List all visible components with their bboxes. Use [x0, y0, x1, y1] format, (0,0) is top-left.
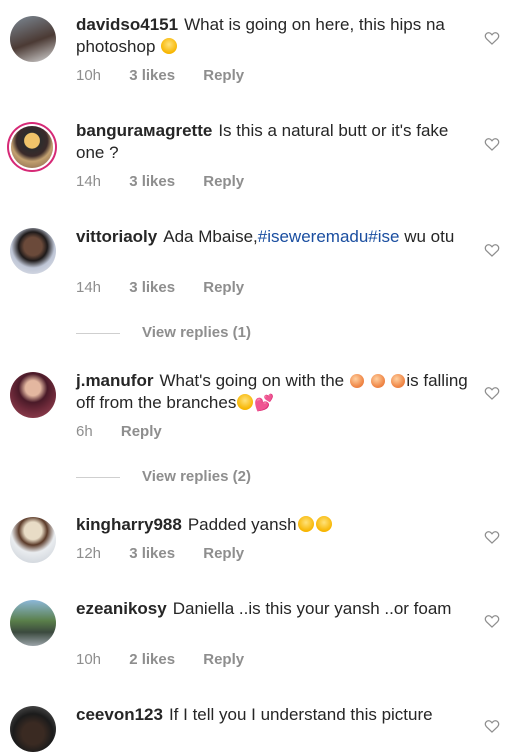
- laugh-emoji-icon: [297, 516, 314, 532]
- reply-button[interactable]: Reply: [203, 173, 244, 190]
- comment-time: 14h: [76, 279, 102, 296]
- comment-meta: 12h 3 likes Reply: [76, 545, 268, 562]
- comment-time: 10h: [76, 67, 102, 84]
- like-heart-icon[interactable]: [484, 719, 500, 733]
- view-replies-label: View replies (2): [142, 468, 251, 485]
- hearts-emoji-icon: 💕: [254, 395, 275, 412]
- comment-text: If I tell you I understand this picture: [168, 705, 433, 724]
- view-replies-label: View replies (1): [142, 324, 251, 341]
- comment-username[interactable]: davidso4151: [76, 15, 178, 34]
- comment-meta: 14h 3 likes Reply: [76, 173, 268, 190]
- comment-time: 14h: [76, 173, 102, 190]
- likes-count[interactable]: 2 likes: [129, 651, 175, 668]
- reply-button[interactable]: Reply: [203, 67, 244, 84]
- likes-count[interactable]: 3 likes: [129, 279, 175, 296]
- comment-username[interactable]: kingharry988: [76, 515, 182, 534]
- reply-button[interactable]: Reply: [203, 651, 244, 668]
- comment-text: Daniella ..is this your yansh ..or foam: [172, 599, 452, 618]
- comment-meta: 14h 3 likes Reply: [76, 279, 268, 296]
- comment-body: ceevon123 If I tell you I understand this…: [76, 704, 474, 726]
- reply-button[interactable]: Reply: [121, 423, 162, 440]
- comment-username[interactable]: bangurамagrette: [76, 121, 212, 140]
- comment-body: vittoriaoly Ada Mbaise,#iseweremadu#ise w…: [76, 226, 474, 248]
- like-heart-icon[interactable]: [484, 614, 500, 628]
- comment-body: j.manufor What's going on with the is fal…: [76, 370, 474, 415]
- like-heart-icon[interactable]: [484, 386, 500, 400]
- likes-count[interactable]: 3 likes: [129, 67, 175, 84]
- comment-meta: 10h 2 likes Reply: [76, 651, 268, 668]
- like-heart-icon[interactable]: [484, 31, 500, 45]
- avatar[interactable]: [11, 126, 53, 168]
- likes-count[interactable]: 3 likes: [129, 173, 175, 190]
- avatar[interactable]: [10, 517, 56, 563]
- like-heart-icon[interactable]: [484, 137, 500, 151]
- peach-emoji-icon: [391, 374, 406, 388]
- comment-body: kingharry988 Padded yansh: [76, 514, 474, 536]
- comment-time: 10h: [76, 651, 102, 668]
- avatar[interactable]: [10, 372, 56, 418]
- avatar[interactable]: [10, 228, 56, 274]
- comment-username[interactable]: ezeanikosy: [76, 599, 167, 618]
- comment-time: 12h: [76, 545, 102, 562]
- comment-body: bangurамagrette Is this a natural butt or…: [76, 120, 474, 164]
- comment-body: davidso4151 What is going on here, this h…: [76, 14, 474, 58]
- avatar[interactable]: [10, 706, 56, 752]
- reply-button[interactable]: Reply: [203, 279, 244, 296]
- comment-username[interactable]: ceevon123: [76, 705, 163, 724]
- view-replies-button[interactable]: View replies (2): [76, 468, 251, 485]
- view-replies-button[interactable]: View replies (1): [76, 324, 251, 341]
- comment-text-suffix: wu otu: [399, 227, 455, 246]
- comment-username[interactable]: j.manufor: [76, 371, 153, 390]
- avatar[interactable]: [10, 16, 56, 62]
- hashtag-link[interactable]: #iseweremadu#ise: [258, 227, 400, 246]
- comment-time: 6h: [76, 423, 93, 440]
- comment-username[interactable]: vittoriaoly: [76, 227, 157, 246]
- rofl-emoji-icon: [161, 38, 178, 54]
- comment-body: ezeanikosy Daniella ..is this your yansh …: [76, 598, 474, 620]
- peach-emoji-icon: [349, 374, 364, 388]
- laugh-emoji-icon: [315, 516, 332, 532]
- reply-button[interactable]: Reply: [203, 545, 244, 562]
- comment-meta: 10h 3 likes Reply: [76, 67, 268, 84]
- like-heart-icon[interactable]: [484, 530, 500, 544]
- replies-divider: [76, 476, 120, 478]
- replies-divider: [76, 332, 120, 334]
- like-heart-icon[interactable]: [484, 243, 500, 257]
- comment-meta: 6h Reply: [76, 423, 186, 440]
- avatar[interactable]: [10, 600, 56, 646]
- comment-text-prefix: Ada Mbaise,: [163, 227, 258, 246]
- laugh-emoji-icon: [237, 394, 254, 410]
- peach-emoji-icon: [370, 374, 385, 388]
- comment-text: Padded yansh: [188, 515, 333, 534]
- likes-count[interactable]: 3 likes: [129, 545, 175, 562]
